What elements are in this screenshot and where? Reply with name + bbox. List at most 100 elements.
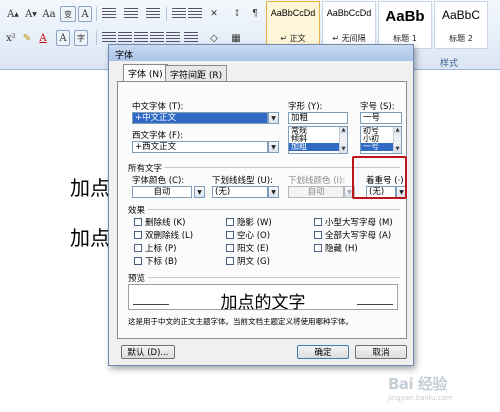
tab-font[interactable]: 字体 (N) (123, 64, 168, 82)
font-style-scrollbar[interactable]: ▲ ▼ (339, 127, 347, 153)
font-style-field[interactable]: 加粗 (288, 112, 348, 124)
outline-checkbox[interactable]: 空心 (O) (226, 229, 270, 241)
preview-text: 加点的文字 (220, 293, 306, 313)
ribbon-separator (96, 7, 97, 21)
checkbox-box[interactable] (134, 257, 142, 265)
emboss-checkbox[interactable]: 阳文 (E) (226, 242, 269, 254)
underline-style-field[interactable]: (无) (212, 186, 268, 198)
small-caps-checkbox[interactable]: 小型大写字母 (M) (314, 216, 393, 228)
font-size-list[interactable]: 初号 小初 一号 ▲ ▼ (360, 126, 402, 154)
show-marks-icon[interactable]: ¶ (248, 6, 262, 22)
style-heading-1[interactable]: AaBb 标题 1 (378, 1, 432, 49)
superscript-icon[interactable]: x² (4, 30, 18, 46)
decrease-indent-icon[interactable] (172, 8, 186, 20)
checkbox-label: 隐影 (W) (237, 218, 272, 228)
checkbox-box[interactable] (226, 218, 234, 226)
western-font-dropdown[interactable]: ▼ (268, 141, 279, 153)
strikethrough-checkbox[interactable]: 删除线 (K) (134, 216, 185, 228)
font-size-field[interactable]: 一号 (360, 112, 402, 124)
western-font-field[interactable]: +西文正文 (132, 141, 268, 153)
scroll-down-icon[interactable]: ▼ (394, 146, 401, 153)
chinese-font-dropdown[interactable]: ▼ (268, 112, 279, 124)
enclose-char-button[interactable]: 字 (74, 30, 88, 46)
styles-group-label: 样式 (440, 59, 459, 69)
change-case-button[interactable]: Aa (40, 6, 58, 22)
tab-character-spacing[interactable]: 字符间距 (R) (165, 65, 228, 81)
checkbox-label: 空心 (O) (237, 231, 271, 241)
ok-button[interactable]: 确定 (297, 345, 349, 359)
shadow-checkbox[interactable]: 隐影 (W) (226, 216, 272, 228)
justify-icon[interactable] (150, 32, 164, 44)
style-sample: AaBb (385, 8, 425, 25)
watermark: Bai 经验 jingyan.baidu.com (388, 368, 496, 406)
clear-format-button[interactable]: 变 (60, 6, 76, 22)
style-no-spacing[interactable]: AaBbCcDd ↵ 无间隔 (322, 1, 376, 49)
checkbox-label: 上标 (P) (145, 244, 177, 254)
cancel-button[interactable]: 取消 (355, 345, 407, 359)
checkbox-label: 隐藏 (H) (325, 244, 358, 254)
distribute-icon[interactable] (166, 32, 180, 44)
checkbox-label: 阳文 (E) (237, 244, 269, 254)
font-style-list[interactable]: 常规 倾斜 加粗 ▲ ▼ (288, 126, 348, 154)
engrave-checkbox[interactable]: 阴文 (G) (226, 255, 270, 267)
checkbox-box[interactable] (134, 244, 142, 252)
checkbox-box[interactable] (134, 231, 142, 239)
checkbox-box[interactable] (226, 231, 234, 239)
watermark-logo: Bai 经验 (388, 374, 447, 393)
checkbox-box[interactable] (226, 244, 234, 252)
default-button[interactable]: 默认 (D)... (121, 345, 175, 359)
font-size-scrollbar[interactable]: ▲ ▼ (393, 127, 401, 153)
grow-font-button[interactable]: A ▲ (4, 6, 22, 22)
checkbox-box[interactable] (314, 244, 322, 252)
underline-style-dropdown[interactable]: ▼ (268, 186, 279, 198)
style-sample: AaBbC (441, 8, 481, 22)
increase-indent-icon[interactable] (188, 8, 202, 20)
double-strikethrough-checkbox[interactable]: 双删除线 (L) (134, 229, 193, 241)
align-right-icon[interactable] (134, 32, 148, 44)
font-color-field[interactable]: 自动 (132, 186, 192, 198)
style-heading-2[interactable]: AaBbC 标题 2 (434, 1, 488, 49)
line-spacing-icon[interactable] (184, 32, 198, 44)
char-shading-button[interactable]: A (56, 30, 70, 46)
bullets-icon[interactable] (102, 8, 116, 20)
multilevel-list-icon[interactable] (146, 8, 160, 20)
char-border-button[interactable]: A (78, 6, 92, 22)
checkbox-box[interactable] (314, 231, 322, 239)
font-style-label: 字形 (Y): (288, 102, 323, 112)
scroll-up-icon[interactable]: ▲ (340, 127, 347, 134)
style-normal[interactable]: AaBbCcDd ↵ 正文 (266, 1, 320, 49)
chinese-font-field[interactable]: +中文正文 (132, 112, 268, 124)
all-caps-checkbox[interactable]: 全部大写字母 (A) (314, 229, 391, 241)
preview-box: 加点的文字 (128, 284, 398, 313)
dialog-title: 字体 (109, 45, 413, 61)
all-text-section-label: 所有文字 (128, 164, 163, 174)
checkbox-label: 阴文 (G) (237, 257, 270, 267)
document-line-1[interactable]: 加点 (70, 172, 110, 201)
shrink-font-button[interactable]: A ▼ (22, 6, 40, 22)
document-line-2[interactable]: 加点 (70, 222, 110, 251)
style-name: ↵ 正文 (280, 34, 306, 43)
font-size-label: 字号 (S): (360, 102, 395, 112)
scroll-up-icon[interactable]: ▲ (394, 127, 401, 134)
hidden-checkbox[interactable]: 隐藏 (H) (314, 242, 358, 254)
sort-icon[interactable]: ↕ (230, 6, 244, 22)
watermark-url: jingyan.baidu.com (388, 393, 453, 402)
checkbox-box[interactable] (314, 218, 322, 226)
style-sample: AaBbCcDd (270, 8, 316, 18)
numbering-icon[interactable] (124, 8, 138, 20)
checkbox-label: 删除线 (K) (145, 218, 186, 228)
font-color-icon[interactable]: A (36, 30, 50, 46)
checkbox-box[interactable] (134, 218, 142, 226)
chinese-layout-icon[interactable]: ✕ (204, 6, 224, 22)
align-center-icon[interactable] (118, 32, 132, 44)
superscript-checkbox[interactable]: 上标 (P) (134, 242, 176, 254)
subscript-checkbox[interactable]: 下标 (B) (134, 255, 177, 267)
align-left-icon[interactable] (102, 32, 116, 44)
underline-color-field: 自动 (288, 186, 344, 198)
highlight-icon[interactable]: ✎ (20, 30, 34, 46)
checkbox-label: 双删除线 (L) (145, 231, 194, 241)
scroll-down-icon[interactable]: ▼ (340, 146, 347, 153)
checkbox-box[interactable] (226, 257, 234, 265)
ribbon-separator (96, 31, 97, 45)
font-color-dropdown[interactable]: ▼ (194, 186, 205, 198)
